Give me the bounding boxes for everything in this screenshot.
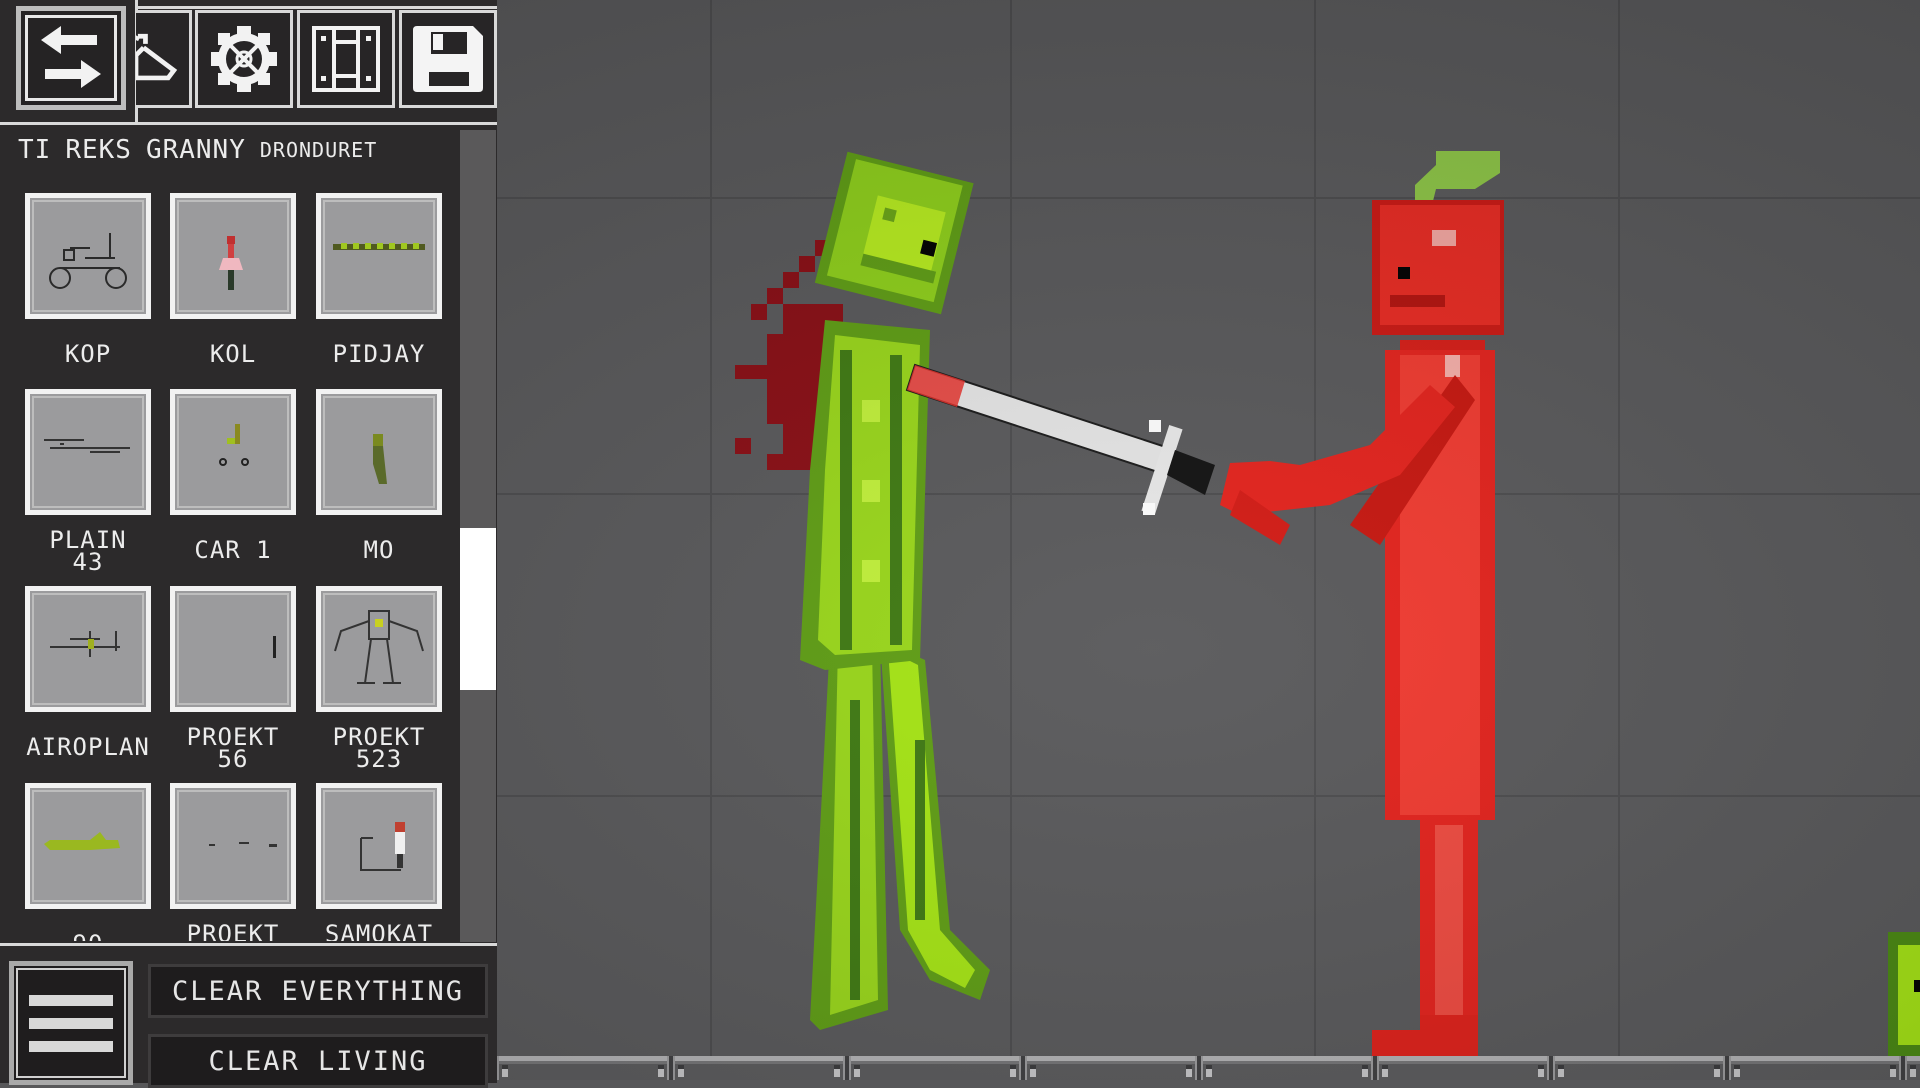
item-label: PROEKT 523 bbox=[332, 723, 426, 773]
item-thumbnail bbox=[170, 389, 296, 515]
item-label: 90 bbox=[13, 932, 163, 941]
item-tile[interactable]: PLAIN 43 bbox=[25, 389, 151, 574]
item-tile[interactable]: KOL bbox=[170, 193, 296, 366]
hamburger-menu-icon bbox=[29, 1040, 113, 1052]
clothes-button[interactable] bbox=[136, 10, 192, 108]
grid-line bbox=[710, 0, 712, 1056]
grid-line bbox=[1618, 0, 1620, 1056]
item-tile[interactable]: PROEKT 523 bbox=[316, 586, 442, 771]
item-label: KOL bbox=[209, 340, 257, 368]
settings-button[interactable] bbox=[195, 10, 293, 108]
item-tile[interactable]: MO bbox=[316, 389, 442, 562]
item-thumbnail bbox=[170, 586, 296, 712]
swap-arrows-icon bbox=[41, 26, 101, 88]
floor-segment bbox=[1553, 1056, 1725, 1080]
item-label: CAR 1 bbox=[194, 536, 272, 564]
hamburger-menu-icon bbox=[29, 994, 113, 1006]
item-thumbnail bbox=[170, 193, 296, 319]
category-tab[interactable]: REKS bbox=[65, 135, 132, 165]
item-thumbnail bbox=[25, 586, 151, 712]
item-label: KOP bbox=[64, 340, 112, 368]
melon-ragdoll[interactable] bbox=[780, 140, 1020, 1040]
melon-head bbox=[814, 151, 974, 315]
category-tab[interactable]: GRANNY bbox=[146, 135, 246, 165]
floor-segment bbox=[673, 1056, 845, 1080]
melon-ragdoll-offscreen[interactable] bbox=[1888, 920, 1920, 1056]
floor-segment bbox=[1377, 1056, 1549, 1080]
floor-segment bbox=[1729, 1056, 1901, 1080]
floor-segment bbox=[1025, 1056, 1197, 1080]
item-tile[interactable]: KOP bbox=[25, 193, 151, 366]
item-thumbnail bbox=[316, 389, 442, 515]
menu-button[interactable] bbox=[9, 961, 133, 1085]
item-label: MO bbox=[363, 536, 395, 564]
category-tab[interactable]: TI bbox=[18, 135, 51, 165]
layers-panel-icon bbox=[312, 26, 380, 92]
item-thumbnail bbox=[316, 586, 442, 712]
spawn-menu-panel: TI REKS GRANNY DRONDURET KOP KOL PIDJAY PLA… bbox=[0, 0, 497, 1088]
floppy-disk-icon bbox=[413, 26, 483, 92]
sword[interactable] bbox=[905, 355, 1225, 525]
item-grid: KOP KOL PIDJAY PLAIN 43 CAR 1 MO AIROPLAN PROEK… bbox=[0, 176, 460, 941]
save-button[interactable] bbox=[399, 10, 497, 108]
layers-button[interactable] bbox=[297, 10, 395, 108]
swap-button[interactable] bbox=[16, 6, 126, 110]
clear-everything-button[interactable]: CLEAR EVERYTHING bbox=[148, 964, 488, 1018]
item-tile[interactable]: PROEKT 56 bbox=[170, 586, 296, 771]
clothes-hanger-icon bbox=[136, 33, 178, 81]
item-tile[interactable]: AIROPLAN bbox=[25, 586, 151, 759]
item-thumbnail bbox=[25, 193, 151, 319]
item-thumbnail bbox=[170, 783, 296, 909]
item-tile[interactable]: PIDJAY bbox=[316, 193, 442, 366]
hamburger-menu-icon bbox=[29, 1017, 113, 1029]
apple-ragdoll[interactable] bbox=[1200, 145, 1520, 1060]
item-tile[interactable]: 90 bbox=[25, 783, 151, 941]
item-label: SAMOKAT 2 bbox=[324, 920, 434, 941]
floor-segment bbox=[497, 1056, 669, 1080]
scrollbar[interactable] bbox=[460, 130, 496, 942]
item-thumbnail bbox=[316, 783, 442, 909]
item-label: AIROPLAN bbox=[26, 733, 150, 761]
item-thumbnail bbox=[316, 193, 442, 319]
scrollbar-thumb[interactable] bbox=[460, 527, 496, 691]
item-thumbnail bbox=[25, 783, 151, 909]
toolbar-frame-top bbox=[136, 6, 497, 9]
item-label: PLAIN 43 bbox=[49, 526, 127, 576]
toolbar-frame-bottom bbox=[0, 122, 497, 125]
melon-legs bbox=[810, 640, 990, 1030]
item-label: PROEKT 56 bbox=[186, 723, 280, 773]
item-thumbnail bbox=[25, 389, 151, 515]
gear-icon bbox=[211, 26, 277, 92]
item-tile[interactable]: CAR 1 bbox=[170, 389, 296, 562]
item-tile[interactable]: PROEKT 58 bbox=[170, 783, 296, 941]
floor-segment bbox=[1201, 1056, 1373, 1080]
category-tabs: TI REKS GRANNY DRONDURET bbox=[18, 130, 377, 170]
bottom-bar: CLEAR EVERYTHING CLEAR LIVING bbox=[0, 943, 497, 1088]
floor-segment bbox=[1905, 1056, 1920, 1080]
floor-segment bbox=[849, 1056, 1021, 1080]
item-tile[interactable]: SAMOKAT 2 bbox=[316, 783, 442, 941]
item-label: PROEKT 58 bbox=[186, 920, 280, 941]
category-tab[interactable]: DRONDURET bbox=[260, 138, 377, 162]
item-label: PIDJAY bbox=[332, 340, 426, 368]
